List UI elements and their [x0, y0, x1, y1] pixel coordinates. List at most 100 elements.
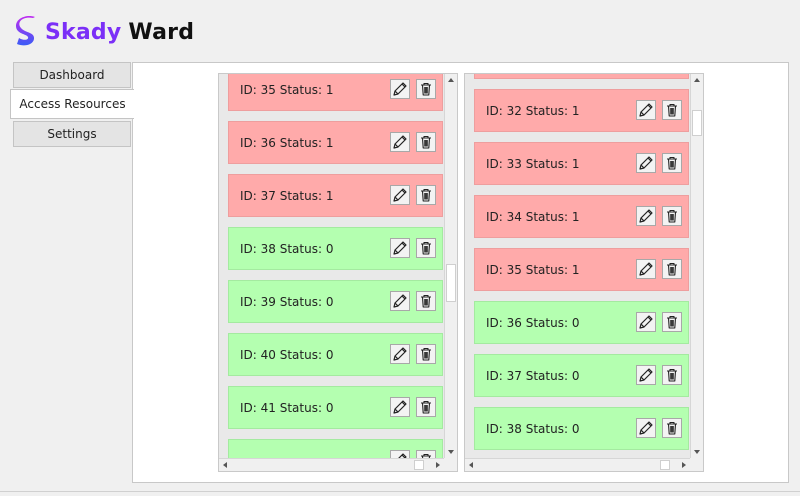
pencil-icon [638, 367, 654, 383]
edit-button[interactable] [636, 100, 656, 120]
scroll-right-arrow-icon[interactable] [436, 462, 440, 468]
delete-button[interactable] [662, 312, 682, 332]
list-item[interactable]: ID: 35 Status: 1 [228, 74, 443, 111]
edit-button[interactable] [390, 185, 410, 205]
edit-button[interactable] [390, 238, 410, 258]
item-label: ID: 37 Status: 0 [486, 368, 580, 383]
delete-button[interactable] [662, 153, 682, 173]
edit-button[interactable] [636, 365, 656, 385]
pencil-icon [638, 155, 654, 171]
horizontal-scroll-thumb[interactable] [414, 460, 424, 470]
list-item[interactable]: ID: 33 Status: 1 [474, 142, 689, 185]
scroll-right-arrow-icon[interactable] [682, 462, 686, 468]
trash-icon [664, 420, 680, 436]
item-label: ID: 41 Status: 0 [240, 400, 334, 415]
vertical-scrollbar[interactable] [444, 74, 457, 458]
delete-button[interactable] [662, 100, 682, 120]
horizontal-scrollbar[interactable] [465, 458, 690, 471]
trash-icon [664, 261, 680, 277]
resource-list-left: ID: 35 Status: 1 ID: 36 Status: 1 ID: 37 S… [218, 73, 458, 472]
tab-dashboard[interactable]: Dashboard [13, 62, 131, 88]
list-item[interactable]: ID: 32 Status: 1 [474, 89, 689, 132]
divider [0, 491, 800, 492]
tab-label: Dashboard [39, 68, 105, 82]
list-item[interactable] [228, 439, 443, 458]
vertical-scroll-thumb[interactable] [446, 264, 456, 302]
pencil-icon [638, 314, 654, 330]
scroll-corner [444, 458, 457, 471]
trash-icon [418, 134, 434, 150]
edit-button[interactable] [636, 153, 656, 173]
edit-button[interactable] [390, 79, 410, 99]
tab-access-resources[interactable]: Access Resources [10, 89, 134, 119]
delete-button[interactable] [662, 206, 682, 226]
item-label: ID: 35 Status: 1 [486, 262, 580, 277]
list-viewport: ID: 35 Status: 1 ID: 36 Status: 1 ID: 37 S… [219, 74, 444, 458]
edit-button[interactable] [390, 291, 410, 311]
item-label: ID: 37 Status: 1 [240, 188, 334, 203]
edit-button[interactable] [390, 344, 410, 364]
scroll-left-arrow-icon[interactable] [469, 462, 473, 468]
scroll-up-arrow-icon[interactable] [448, 78, 454, 82]
app-title-part1: Skady [45, 19, 122, 45]
delete-button[interactable] [416, 450, 436, 458]
list-item[interactable] [474, 74, 689, 79]
trash-icon [664, 367, 680, 383]
list-item[interactable]: ID: 35 Status: 1 [474, 248, 689, 291]
app-title-part2: Ward [128, 19, 195, 45]
pencil-icon [638, 420, 654, 436]
edit-button[interactable] [636, 206, 656, 226]
scroll-corner [690, 458, 703, 471]
delete-button[interactable] [416, 238, 436, 258]
tab-settings[interactable]: Settings [13, 121, 131, 147]
scroll-up-arrow-icon[interactable] [694, 78, 700, 82]
horizontal-scroll-thumb[interactable] [660, 460, 670, 470]
item-label: ID: 39 Status: 0 [240, 294, 334, 309]
list-item[interactable]: ID: 36 Status: 0 [474, 301, 689, 344]
logo-s-icon [16, 16, 35, 46]
item-label: ID: 38 Status: 0 [240, 241, 334, 256]
list-item[interactable]: ID: 41 Status: 0 [228, 386, 443, 429]
delete-button[interactable] [416, 79, 436, 99]
list-item[interactable]: ID: 39 Status: 0 [228, 280, 443, 323]
edit-button[interactable] [636, 312, 656, 332]
item-label: ID: 36 Status: 1 [240, 135, 334, 150]
list-viewport: ID: 32 Status: 1 ID: 33 Status: 1 ID: 34 S… [465, 74, 690, 458]
vertical-scrollbar[interactable] [690, 74, 703, 458]
horizontal-scrollbar[interactable] [219, 458, 444, 471]
delete-button[interactable] [416, 185, 436, 205]
list-item[interactable]: ID: 37 Status: 1 [228, 174, 443, 217]
item-label: ID: 34 Status: 1 [486, 209, 580, 224]
item-label: ID: 32 Status: 1 [486, 103, 580, 118]
trash-icon [418, 346, 434, 362]
delete-button[interactable] [416, 344, 436, 364]
scroll-down-arrow-icon[interactable] [448, 450, 454, 454]
list-item[interactable]: ID: 36 Status: 1 [228, 121, 443, 164]
list-item[interactable]: ID: 34 Status: 1 [474, 195, 689, 238]
edit-button[interactable] [390, 450, 410, 458]
vertical-scroll-thumb[interactable] [692, 110, 702, 136]
edit-button[interactable] [636, 418, 656, 438]
delete-button[interactable] [662, 365, 682, 385]
delete-button[interactable] [662, 259, 682, 279]
list-item[interactable]: ID: 38 Status: 0 [228, 227, 443, 270]
scroll-down-arrow-icon[interactable] [694, 450, 700, 454]
list-item[interactable]: ID: 37 Status: 0 [474, 354, 689, 397]
edit-button[interactable] [390, 397, 410, 417]
tab-label: Settings [47, 127, 97, 141]
trash-icon [664, 314, 680, 330]
tab-label: Access Resources [19, 97, 126, 111]
list-item[interactable]: ID: 40 Status: 0 [228, 333, 443, 376]
delete-button[interactable] [416, 291, 436, 311]
item-label: ID: 40 Status: 0 [240, 347, 334, 362]
app-logo: Skady Ward [13, 14, 194, 50]
delete-button[interactable] [416, 397, 436, 417]
scroll-left-arrow-icon[interactable] [223, 462, 227, 468]
edit-button[interactable] [636, 259, 656, 279]
delete-button[interactable] [662, 418, 682, 438]
list-item[interactable]: ID: 38 Status: 0 [474, 407, 689, 450]
pencil-icon [392, 240, 408, 256]
edit-button[interactable] [390, 132, 410, 152]
pencil-icon [392, 134, 408, 150]
delete-button[interactable] [416, 132, 436, 152]
